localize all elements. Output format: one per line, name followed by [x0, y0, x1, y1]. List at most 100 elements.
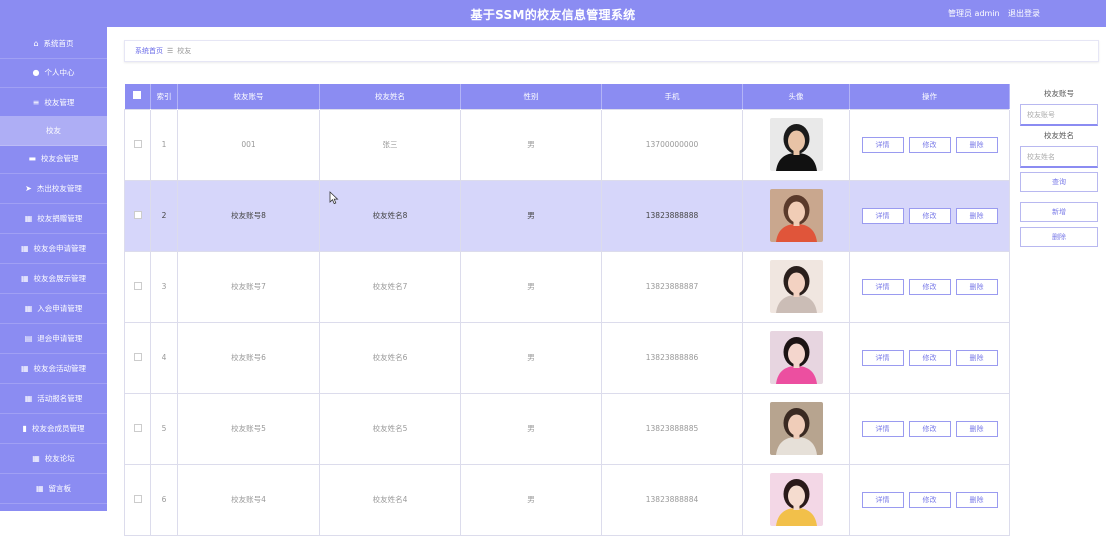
alumni-table: 索引 校友账号 校友姓名 性别 手机 头像 操作 1 001 张三男 13700000… [124, 84, 1010, 536]
header-actions: 操作 [849, 84, 1010, 109]
delete-button[interactable]: 删除 [955, 207, 998, 224]
logout-link[interactable]: 退出登录 [1008, 8, 1040, 19]
select-all-checkbox[interactable] [133, 91, 142, 100]
row-select[interactable] [124, 392, 151, 465]
sidebar-item-5[interactable]: ➤ 杰出校友管理 [0, 174, 107, 204]
sidebar-item-12[interactable]: ▦ 活动报名管理 [0, 384, 107, 414]
cell-name: 张三 [319, 108, 461, 181]
grid-icon: ▦ [32, 453, 40, 463]
batch-delete-button[interactable]: 删除 [1020, 227, 1098, 247]
sidebar-item-3[interactable]: 校友 [0, 116, 107, 146]
cell-phone: 13823888885 [601, 392, 743, 465]
detail-button[interactable]: 详情 [861, 420, 904, 437]
header-phone: 手机 [601, 84, 743, 109]
sidebar-item-7[interactable]: ▦ 校友会申请管理 [0, 234, 107, 264]
edit-button[interactable]: 修改 [908, 207, 951, 224]
row-select[interactable] [124, 250, 151, 323]
table-row[interactable]: 5 校友账号5 校友姓名5 男 13823888885 详情 修改 删除 [124, 392, 1010, 465]
sidebar-item-10[interactable]: ▤ 退会申请管理 [0, 324, 107, 354]
cell-gender: 男 [460, 250, 602, 323]
sidebar-item-14[interactable]: ▦ 校友论坛 [0, 444, 107, 474]
sidebar-item-2[interactable]: ≡ 校友管理 [0, 88, 107, 118]
row-checkbox[interactable] [133, 423, 142, 432]
cell-index: 2 [150, 179, 178, 252]
search-button[interactable]: 查询 [1020, 172, 1098, 192]
cell-avatar [742, 108, 850, 181]
table-row[interactable]: 4 校友账号6 校友姓名6 男 13823888886 详情 修改 删除 [124, 321, 1010, 394]
table-row[interactable]: 2 校友账号8 校友姓名8 男 13823888888 详情 修改 删除 [124, 179, 1010, 252]
row-checkbox[interactable] [133, 210, 142, 219]
edit-button[interactable]: 修改 [908, 420, 951, 437]
cell-index: 4 [150, 321, 178, 394]
grid-icon: ▦ [35, 483, 44, 493]
sidebar-item-4[interactable]: ▬ 校友会管理 [0, 144, 107, 174]
sidebar-item-11[interactable]: ▦ 校友会活动管理 [0, 354, 107, 384]
chat-icon: ▬ [28, 153, 37, 163]
sidebar-item-label: 系统首页 [43, 39, 74, 48]
grid-icon: ▦ [24, 213, 33, 223]
cell-avatar [742, 321, 850, 394]
table-row[interactable]: 3 校友账号7 校友姓名7 男 13823888887 详情 修改 删除 [124, 250, 1010, 323]
grid-icon: ▦ [20, 243, 29, 253]
breadcrumb-home[interactable]: 系统首页 [135, 46, 163, 56]
cell-index: 1 [150, 108, 178, 181]
cell-gender: 男 [460, 108, 602, 181]
edit-button[interactable]: 修改 [908, 349, 951, 366]
sidebar-item-label: 入会申请管理 [37, 304, 83, 313]
sidebar-item-13[interactable]: ▮ 校友会成员管理 [0, 414, 107, 444]
delete-button[interactable]: 删除 [955, 491, 998, 508]
clipboard-icon: ▮ [22, 423, 27, 433]
delete-button[interactable]: 删除 [955, 420, 998, 437]
detail-button[interactable]: 详情 [861, 491, 904, 508]
cell-account: 001 [177, 108, 320, 181]
header-index: 索引 [150, 84, 178, 109]
sidebar-item-15[interactable]: ▦ 留言板 [0, 474, 107, 504]
cell-avatar [742, 250, 850, 323]
cell-phone: 13823888888 [601, 179, 743, 252]
row-select[interactable] [124, 108, 151, 181]
grid-icon: ▦ [24, 303, 33, 313]
sidebar-item-0[interactable]: ⌂ 系统首页 [0, 29, 107, 59]
edit-button[interactable]: 修改 [908, 491, 951, 508]
row-select[interactable] [124, 179, 151, 252]
delete-button[interactable]: 删除 [955, 136, 998, 153]
edit-button[interactable]: 修改 [908, 278, 951, 295]
sidebar-item-label: 校友管理 [44, 98, 75, 107]
table-row[interactable]: 1 001 张三男 13700000000 详情 修改 删除 [124, 108, 1010, 181]
sidebar-item-label: 校友论坛 [44, 454, 75, 463]
row-select[interactable] [124, 321, 151, 394]
account-search-input[interactable]: 校友账号 [1020, 104, 1098, 126]
row-checkbox[interactable] [133, 352, 142, 361]
table-icon: ▤ [24, 333, 33, 343]
header-avatar: 头像 [742, 84, 850, 109]
list-icon: ≡ [32, 97, 40, 107]
delete-button[interactable]: 删除 [955, 278, 998, 295]
row-checkbox[interactable] [133, 494, 142, 503]
grid-icon: ▦ [20, 273, 29, 283]
cell-actions: 详情 修改 删除 [849, 321, 1010, 394]
sidebar-item-9[interactable]: ▦ 入会申请管理 [0, 294, 107, 324]
delete-button[interactable]: 删除 [955, 349, 998, 366]
detail-button[interactable]: 详情 [861, 136, 904, 153]
header-account: 校友账号 [177, 84, 320, 109]
table-row[interactable]: 6 校友账号4 校友姓名4 男 13823888884 详情 修改 删除 [124, 463, 1010, 536]
name-search-input[interactable]: 校友姓名 [1020, 146, 1098, 168]
row-checkbox[interactable] [133, 139, 142, 148]
account-search-label: 校友账号 [1044, 89, 1074, 98]
row-checkbox[interactable] [133, 281, 142, 290]
sidebar-item-1[interactable]: ● 个人中心 [0, 58, 107, 88]
sidebar-item-label: 校友会展示管理 [33, 274, 87, 283]
detail-button[interactable]: 详情 [861, 207, 904, 224]
sidebar-item-6[interactable]: ▦ 校友捐赠管理 [0, 204, 107, 234]
cell-phone: 13823888886 [601, 321, 743, 394]
header-gender: 性别 [460, 84, 602, 109]
detail-button[interactable]: 详情 [861, 349, 904, 366]
cell-phone: 13700000000 [601, 108, 743, 181]
header-select-all[interactable] [124, 84, 151, 109]
sidebar-item-8[interactable]: ▦ 校友会展示管理 [0, 264, 107, 294]
detail-button[interactable]: 详情 [861, 278, 904, 295]
add-button[interactable]: 新增 [1020, 202, 1098, 222]
edit-button[interactable]: 修改 [908, 136, 951, 153]
row-select[interactable] [124, 463, 151, 536]
mouse-cursor-icon [329, 191, 339, 205]
